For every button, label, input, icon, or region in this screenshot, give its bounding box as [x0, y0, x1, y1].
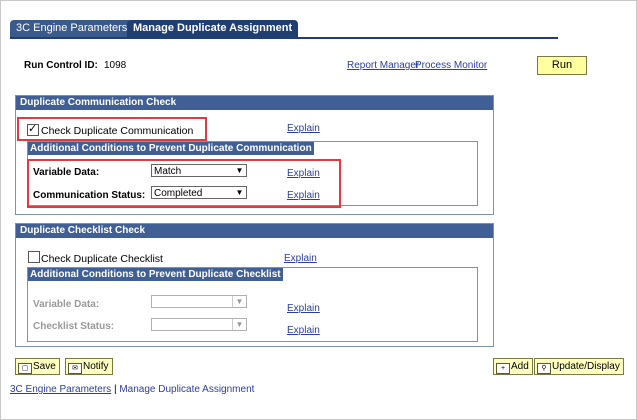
check-duplicate-checklist-checkbox[interactable] — [28, 251, 40, 263]
highlight-conditions-box — [27, 159, 341, 208]
checklist-status-select[interactable]: ▼ — [151, 318, 247, 331]
tab-manage-duplicate-assignment[interactable]: Manage Duplicate Assignment — [127, 20, 299, 37]
footer-links: 3C Engine Parameters | Manage Duplicate … — [10, 384, 254, 395]
highlight-checkbox-box — [17, 117, 207, 141]
tab-underline — [10, 37, 558, 39]
magnifier-icon: ⚲ — [537, 363, 551, 374]
check-duplicate-checklist-label: Check Duplicate Checklist — [41, 253, 163, 265]
duplicate-checklist-title: Duplicate Checklist Check — [16, 224, 493, 238]
notify-icon: ✉ — [68, 363, 82, 374]
checklist-variable-data-label: Variable Data: — [33, 299, 100, 310]
run-control-value: 1098 — [104, 60, 127, 71]
explain-link-communication[interactable]: Explain — [287, 123, 320, 134]
report-manager-link[interactable]: Report Manager — [347, 60, 419, 71]
checklist-variable-data-select[interactable]: ▼ — [151, 295, 247, 308]
chevron-down-icon: ▼ — [232, 319, 246, 330]
tab-3c-engine-parameters[interactable]: 3C Engine Parameters — [10, 20, 134, 37]
add-button[interactable]: + Add — [493, 358, 533, 375]
save-button[interactable]: ▢ Save — [15, 358, 60, 375]
checklist-conditions-title: Additional Conditions to Prevent Duplica… — [28, 268, 283, 281]
duplicate-communication-title: Duplicate Communication Check — [16, 96, 493, 110]
add-icon: + — [496, 363, 510, 374]
footer-link-manage-duplicate-assignment[interactable]: Manage Duplicate Assignment — [119, 384, 254, 395]
chevron-down-icon: ▼ — [232, 296, 246, 307]
explain-link-checklist-variable-data[interactable]: Explain — [287, 303, 320, 314]
communication-conditions-title: Additional Conditions to Prevent Duplica… — [28, 142, 314, 155]
footer-link-3c-engine-parameters[interactable]: 3C Engine Parameters — [10, 384, 111, 395]
process-monitor-link[interactable]: Process Monitor — [415, 60, 487, 71]
checklist-status-label: Checklist Status: — [33, 321, 115, 332]
explain-link-checklist[interactable]: Explain — [284, 253, 317, 264]
run-button[interactable]: Run — [537, 56, 587, 75]
notify-button[interactable]: ✉ Notify — [65, 358, 113, 375]
explain-link-checklist-status[interactable]: Explain — [287, 325, 320, 336]
update-display-button[interactable]: ⚲ Update/Display — [534, 358, 624, 375]
run-control-label: Run Control ID: — [24, 60, 98, 71]
save-icon: ▢ — [18, 363, 32, 374]
